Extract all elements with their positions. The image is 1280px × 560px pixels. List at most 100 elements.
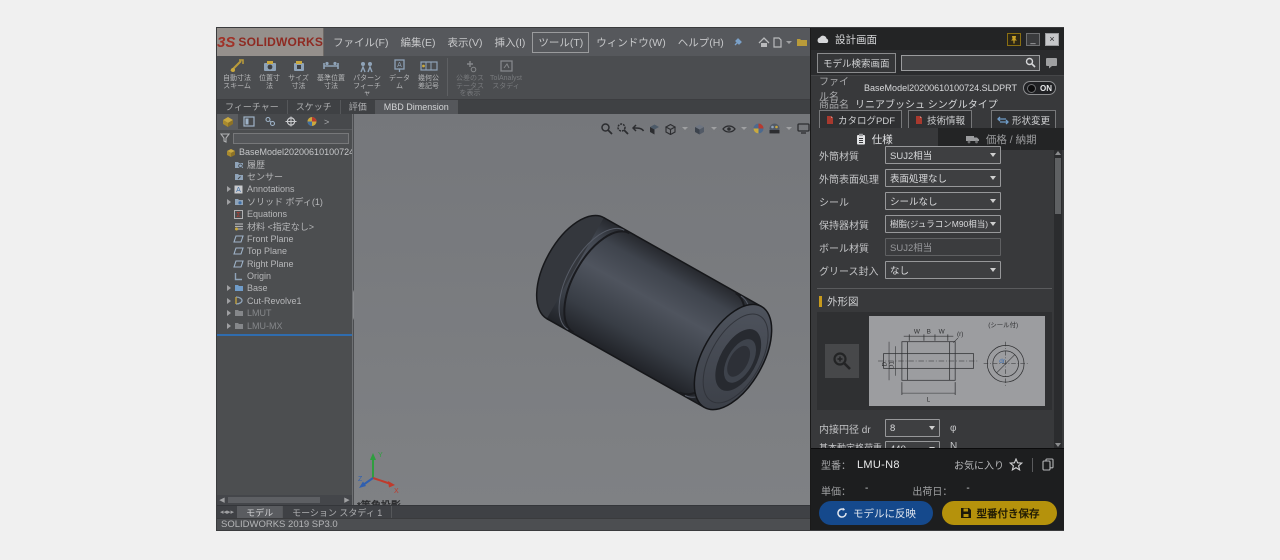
tree-item-right-plane[interactable]: Right Plane	[217, 258, 352, 270]
geometric-tolerance-button[interactable]: 幾何公差記号	[415, 58, 442, 90]
menu-view[interactable]: 表示(V)	[442, 33, 487, 52]
grease-select[interactable]: なし	[885, 261, 1001, 279]
new-document-caret[interactable]	[785, 40, 792, 44]
menu-tools[interactable]: ツール(T)	[532, 31, 590, 53]
tree-item-origin[interactable]: Origin	[217, 270, 352, 282]
dimxpertmanager-tab[interactable]	[280, 114, 301, 130]
comment-icon[interactable]	[1045, 57, 1058, 69]
hide-show-items-icon[interactable]	[722, 124, 736, 134]
tab-nav-buttons[interactable]: ◂◂▸▸	[217, 508, 237, 516]
expand-arrow-icon[interactable]	[227, 322, 231, 329]
tree-horizontal-scrollbar[interactable]: ◀ ▶	[217, 495, 352, 505]
menu-insert[interactable]: 挿入(I)	[489, 33, 530, 52]
load-rating-select[interactable]: 440	[885, 441, 940, 448]
expand-arrow-icon[interactable]	[227, 186, 231, 193]
tree-item-lmu-mx[interactable]: LMU-MX	[217, 319, 352, 331]
tree-item-base[interactable]: Base	[217, 282, 352, 294]
surface-treatment-select[interactable]: 表面処理なし	[885, 169, 1001, 187]
tree-item-solid-bodies[interactable]: ソリッド ボディ(1)	[217, 196, 352, 208]
scroll-left-arrow[interactable]: ◀	[217, 495, 227, 505]
apply-to-model-button[interactable]: モデルに反映	[819, 501, 933, 525]
datum-location-dimension-button[interactable]: 基準位置寸法	[314, 58, 348, 90]
outer-material-select[interactable]: SUJ2相当	[885, 146, 1001, 164]
inscribed-diameter-select[interactable]: 8	[885, 419, 940, 437]
tree-item-cut-revolve[interactable]: Cut-Revolve1	[217, 295, 352, 307]
zoom-area-icon[interactable]	[616, 122, 629, 135]
scrollbar-thumb[interactable]	[1055, 158, 1061, 214]
copy-icon[interactable]	[1042, 458, 1054, 471]
model-search-button[interactable]: モデル検索画面	[817, 52, 896, 73]
view-orientation-caret[interactable]	[711, 127, 717, 130]
edit-appearance-icon[interactable]	[752, 122, 765, 135]
menu-pin-icon[interactable]	[733, 37, 743, 47]
featuremanager-tree-tab[interactable]	[217, 113, 238, 130]
rollback-bar[interactable]	[217, 333, 352, 336]
panel-scrollbar[interactable]	[1054, 150, 1062, 448]
expand-arrow-icon[interactable]	[227, 198, 231, 205]
manager-tabs-overflow-chevron[interactable]: >	[324, 117, 329, 127]
tree-item-sensors[interactable]: センサー	[217, 171, 352, 183]
scroll-right-arrow[interactable]: ▶	[342, 495, 352, 505]
scroll-down-arrow[interactable]	[1055, 443, 1061, 447]
tree-item-root[interactable]: BaseModel20200610100724 (Default<<	[217, 146, 352, 158]
seal-select[interactable]: シールなし	[885, 192, 1001, 210]
pin-button[interactable]	[1007, 32, 1021, 46]
expand-arrow-icon[interactable]	[227, 310, 231, 317]
section-view-icon[interactable]	[648, 123, 661, 135]
panel-on-toggle[interactable]: ON	[1023, 81, 1056, 95]
open-folder-icon[interactable]	[795, 36, 809, 48]
location-dimension-button[interactable]: 位置寸法	[256, 58, 283, 90]
drawing-zoom-button[interactable]	[825, 344, 859, 378]
expand-arrow-icon[interactable]	[227, 285, 231, 292]
displaymanager-tab[interactable]	[301, 114, 322, 130]
size-dimension-button[interactable]: サイズ寸法	[285, 58, 312, 90]
search-input[interactable]	[900, 54, 1040, 71]
apply-scene-caret[interactable]	[786, 127, 792, 130]
tree-item-annotations[interactable]: A Annotations	[217, 183, 352, 195]
view-orientation-icon[interactable]	[693, 123, 706, 135]
home-icon[interactable]	[757, 36, 771, 49]
model-tab[interactable]: モデル	[237, 505, 284, 519]
menu-file[interactable]: ファイル(F)	[328, 33, 393, 52]
tab-sketch[interactable]: スケッチ	[288, 100, 341, 114]
tab-evaluate[interactable]: 評価	[341, 100, 376, 114]
menu-window[interactable]: ウィンドウ(W)	[591, 33, 670, 52]
close-button[interactable]: ×	[1045, 32, 1059, 46]
tree-item-material[interactable]: 材料 <指定なし>	[217, 220, 352, 232]
tab-mbd-dimension[interactable]: MBD Dimension	[375, 100, 458, 114]
display-style-caret[interactable]	[682, 127, 688, 130]
auto-dimension-scheme-button[interactable]: 自動寸法スキーム	[220, 58, 254, 90]
tree-item-lmut[interactable]: LMUT	[217, 307, 352, 319]
minimize-button[interactable]: _	[1026, 32, 1040, 46]
motion-study-tab[interactable]: モーション スタディ 1	[283, 505, 393, 519]
retainer-material-select[interactable]: 樹脂(ジュラコンM90相当)	[885, 215, 1001, 233]
zoom-fit-icon[interactable]	[600, 122, 613, 135]
tech-info-button[interactable]: 技術情報	[908, 110, 973, 130]
configurationmanager-tab[interactable]	[259, 114, 280, 130]
save-with-model-number-button[interactable]: 型番付き保存	[942, 501, 1057, 525]
graphics-viewport[interactable]: Y X Z *等角投影	[354, 114, 810, 505]
tab-features[interactable]: フィーチャー	[217, 100, 288, 114]
catalog-pdf-button[interactable]: カタログPDF	[819, 110, 903, 130]
tree-item-front-plane[interactable]: Front Plane	[217, 233, 352, 245]
view-settings-icon[interactable]	[797, 123, 810, 134]
tree-item-equations[interactable]: Σ Equations	[217, 208, 352, 220]
tree-item-history[interactable]: 履歴	[217, 158, 352, 170]
tree-filter-input[interactable]	[233, 132, 349, 144]
favorite-star-icon[interactable]	[1009, 458, 1023, 471]
tree-item-top-plane[interactable]: Top Plane	[217, 245, 352, 257]
model-3d-linear-bushing[interactable]	[464, 174, 809, 459]
propertymanager-tab[interactable]	[238, 114, 259, 130]
display-style-icon[interactable]	[664, 123, 677, 135]
new-document-icon[interactable]	[772, 36, 783, 49]
shape-change-button[interactable]: 形状変更	[990, 110, 1056, 130]
menu-help[interactable]: ヘルプ(H)	[673, 33, 729, 52]
scrollbar-thumb[interactable]	[228, 497, 320, 503]
scroll-up-arrow[interactable]	[1055, 151, 1061, 155]
expand-arrow-icon[interactable]	[227, 297, 231, 304]
hide-show-caret[interactable]	[741, 127, 747, 130]
apply-scene-icon[interactable]	[768, 122, 781, 135]
menu-edit[interactable]: 編集(E)	[395, 33, 440, 52]
datum-button[interactable]: A データム	[386, 58, 413, 90]
pattern-feature-button[interactable]: パターンフィーチャ	[350, 58, 384, 98]
